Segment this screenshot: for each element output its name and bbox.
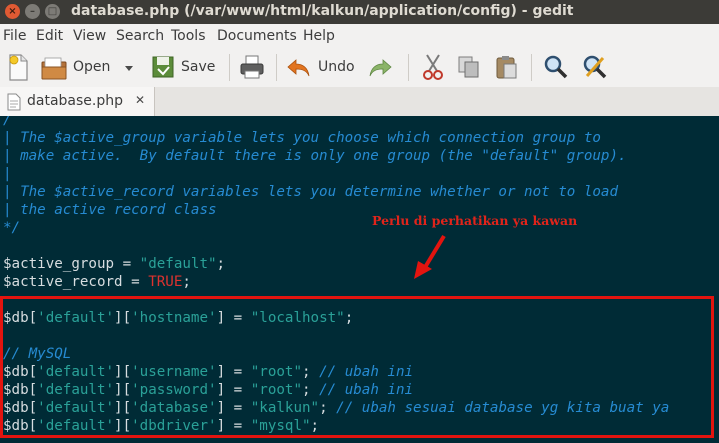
menu-documents[interactable]: Documents [217,28,297,44]
code-line: | make active. By default there is only … [3,147,627,165]
undo-label: Undo [318,59,355,75]
code-token: | The $active_group variable lets you ch… [3,130,601,146]
new-document-icon [9,54,28,81]
code-token: | make active. By default there is only … [3,148,627,164]
window-title: database.php (/var/www/html/kalkun/appli… [71,3,574,19]
code-token: | [3,166,12,182]
redo-icon [369,59,392,77]
open-button[interactable]: Open [40,48,140,87]
close-window-button[interactable]: × [5,4,20,19]
minimize-window-button[interactable]: – [25,4,40,19]
code-line: | the active record class [3,201,217,219]
menu-bar: File Edit View Search Tools Documents He… [0,24,719,49]
code-token: ; [182,274,191,290]
code-token: | the active record class [3,202,217,218]
highlight-box [0,296,714,438]
save-label: Save [181,59,216,75]
save-button[interactable]: Save [150,48,220,87]
maximize-icon: □ [47,5,58,17]
code-line: $active_record = TRUE; [3,273,191,291]
redo-button[interactable] [366,48,396,87]
code-token: TRUE [148,274,183,290]
menu-help[interactable]: Help [303,28,335,44]
code-line: / [3,116,12,129]
toolbar: Open Save Undo [0,48,719,88]
code-token: "default" [139,256,217,272]
toolbar-separator [408,54,409,81]
toolbar-separator [229,54,230,81]
code-editor[interactable]: / | The $active_group variable lets you c… [0,116,719,443]
menu-view[interactable]: View [73,28,106,44]
copy-button[interactable] [454,48,484,87]
open-icon [41,57,67,80]
print-icon [240,55,264,79]
menu-tools[interactable]: Tools [171,28,206,44]
annotation-arrow [414,234,446,279]
code-token: $active_group = [3,256,140,272]
title-bar: × – □ database.php (/var/www/html/kalkun… [0,0,719,24]
menu-search[interactable]: Search [116,28,164,44]
open-label: Open [73,59,111,75]
find-replace-button[interactable] [579,48,609,87]
dropdown-icon[interactable] [124,63,134,73]
document-icon [7,93,21,111]
code-line: */ [3,219,20,237]
document-tab-bar: database.php ✕ [0,87,719,117]
code-line: $active_group = "default"; [3,255,225,273]
toolbar-separator [531,54,532,81]
copy-icon [458,56,479,78]
minimize-icon: – [30,5,35,17]
toolbar-separator [276,54,277,81]
cut-icon [423,54,443,80]
tab-database-php[interactable]: database.php ✕ [0,87,155,116]
tab-label: database.php [27,93,124,109]
find-button[interactable] [540,48,570,87]
find-icon [544,55,568,79]
code-line: | The $active_group variable lets you ch… [3,129,601,147]
code-token: */ [3,220,21,236]
menu-file[interactable]: File [3,28,26,44]
print-button[interactable] [238,48,268,87]
code-line: | [3,165,12,183]
close-icon: × [8,5,17,17]
code-line: | The $active_record variables lets you … [3,183,618,201]
code-token: / [3,116,12,128]
maximize-window-button[interactable]: □ [45,4,60,19]
code-token: $active_record = [3,274,149,290]
annotation-text: Perlu di perhatikan ya kawan [372,213,578,228]
find-replace-icon [583,55,607,79]
menu-edit[interactable]: Edit [36,28,63,44]
new-document-button[interactable] [4,48,34,87]
code-token: ; [216,256,226,272]
undo-icon [287,59,310,77]
undo-button[interactable]: Undo [286,48,361,87]
paste-icon [496,56,517,79]
save-icon [152,56,174,78]
cut-button[interactable] [418,48,448,87]
code-token: | The $active_record variables lets you … [3,184,618,200]
paste-button[interactable] [492,48,522,87]
tab-close-icon[interactable]: ✕ [135,93,145,107]
